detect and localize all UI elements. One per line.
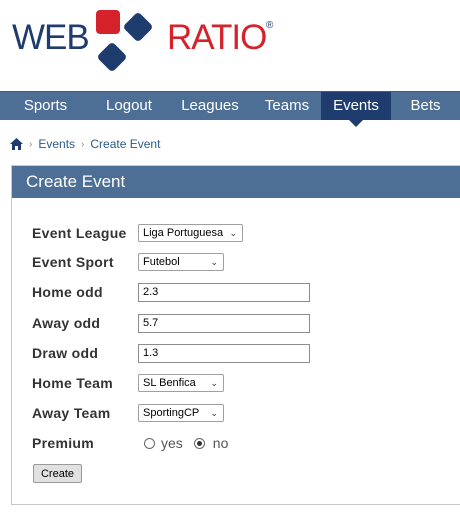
chevron-down-icon: ⌄ xyxy=(210,257,218,267)
premium-no-label[interactable]: no xyxy=(213,435,229,451)
away-team-select[interactable]: SportingCP ⌄ xyxy=(138,404,224,422)
premium-row: Premium yes no xyxy=(32,433,228,453)
home-icon[interactable] xyxy=(10,138,23,150)
chevron-down-icon: ⌄ xyxy=(210,408,218,418)
create-button[interactable]: Create xyxy=(33,464,82,483)
premium-yes-radio[interactable] xyxy=(144,437,155,449)
breadcrumb-create-event[interactable]: Create Event xyxy=(90,137,160,151)
breadcrumb-events[interactable]: Events xyxy=(38,137,75,151)
away-odd-row: Away odd 5.7 xyxy=(32,313,310,333)
chevron-down-icon: ⌄ xyxy=(229,228,237,238)
event-league-select[interactable]: Liga Portuguesa ⌄ xyxy=(138,224,243,242)
draw-odd-row: Draw odd 1.3 xyxy=(32,343,310,363)
home-team-value: SL Benfica xyxy=(143,377,196,389)
logo-blue-square-bottom xyxy=(96,41,128,73)
webratio-logo: WEB RATIO ® xyxy=(12,10,312,80)
nav-item-teams[interactable]: Teams xyxy=(253,92,321,120)
event-sport-value: Futebol xyxy=(143,256,180,268)
away-team-row: Away Team SportingCP ⌄ xyxy=(32,403,224,423)
panel-title: Create Event xyxy=(12,166,460,198)
premium-yes-label[interactable]: yes xyxy=(161,435,183,451)
nav-item-logout[interactable]: Logout xyxy=(91,92,167,120)
home-team-label: Home Team xyxy=(32,375,114,391)
logo-text-web: WEB xyxy=(12,18,90,57)
nav-item-events[interactable]: Events xyxy=(321,92,391,127)
away-odd-label: Away odd xyxy=(32,315,101,331)
draw-odd-label: Draw odd xyxy=(32,345,99,361)
create-event-panel: Create Event Event League Liga Portugues… xyxy=(11,165,460,505)
chevron-down-icon: ⌄ xyxy=(210,378,218,388)
home-odd-label: Home odd xyxy=(32,284,103,300)
logo-red-square xyxy=(96,10,120,34)
nav-item-bets[interactable]: Bets xyxy=(391,92,460,120)
chevron-right-icon: › xyxy=(81,138,85,150)
chevron-right-icon: › xyxy=(29,138,33,150)
away-team-value: SportingCP xyxy=(143,407,200,419)
event-league-row: Event League Liga Portuguesa ⌄ xyxy=(32,223,243,243)
home-odd-row: Home odd 2.3 xyxy=(32,282,310,302)
premium-radio-group: yes no xyxy=(138,435,228,451)
home-odd-input[interactable]: 2.3 xyxy=(138,282,310,302)
event-sport-label: Event Sport xyxy=(32,254,114,270)
premium-no-radio[interactable] xyxy=(193,437,205,449)
home-team-select[interactable]: SL Benfica ⌄ xyxy=(138,374,224,392)
logo-blue-square xyxy=(122,11,154,43)
event-league-label: Event League xyxy=(32,225,127,241)
premium-label: Premium xyxy=(32,435,95,451)
home-team-row: Home Team SL Benfica ⌄ xyxy=(32,373,224,393)
event-league-value: Liga Portuguesa xyxy=(143,227,224,239)
draw-odd-input[interactable]: 1.3 xyxy=(138,343,310,363)
nav-item-sports[interactable]: Sports xyxy=(0,92,91,120)
away-team-label: Away Team xyxy=(32,405,111,421)
event-sport-row: Event Sport Futebol ⌄ xyxy=(32,252,224,272)
main-nav: Sports Logout Leagues Teams Events Bets xyxy=(0,91,460,127)
away-odd-input[interactable]: 5.7 xyxy=(138,313,310,333)
breadcrumb: › Events › Create Event xyxy=(10,135,160,153)
logo-text-ratio: RATIO xyxy=(167,18,267,57)
event-sport-select[interactable]: Futebol ⌄ xyxy=(138,253,224,271)
nav-item-leagues[interactable]: Leagues xyxy=(167,92,253,120)
logo-registered-mark: ® xyxy=(266,20,274,31)
